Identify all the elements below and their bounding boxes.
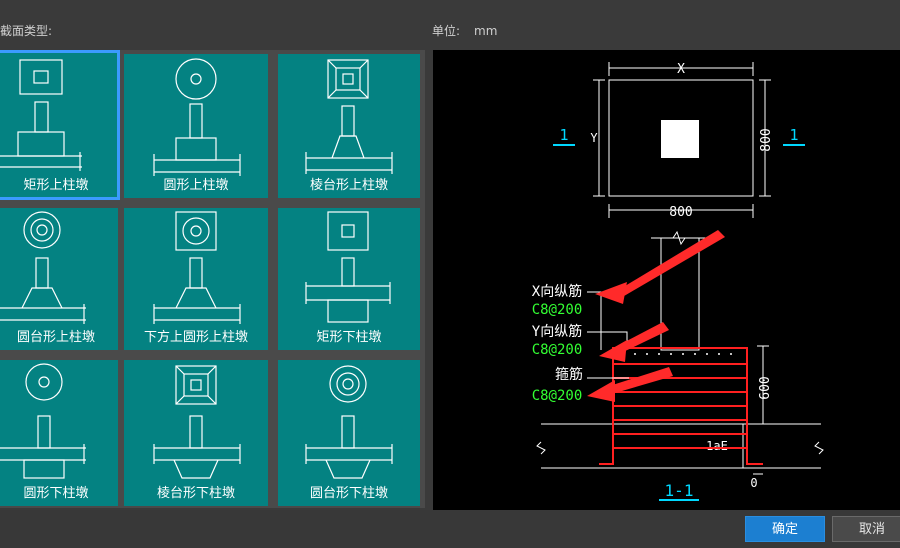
section-mark-right: 1 xyxy=(789,126,798,144)
unit-field: 单位: mm xyxy=(432,22,497,39)
tile-label: 圆形下柱墩 xyxy=(23,486,89,501)
plan-y-label: Y xyxy=(590,131,598,145)
y-rebar-value: C8@200 xyxy=(532,342,583,358)
stirrup-value: C8@200 xyxy=(532,388,583,404)
plan-height-dim: 800 xyxy=(759,128,774,151)
x-rebar-value: C8@200 xyxy=(532,302,583,318)
plan-x-label: X xyxy=(677,62,685,77)
tile-label: 圆形上柱墩 xyxy=(163,178,229,193)
tile-label: 棱台形上柱墩 xyxy=(309,178,388,193)
tile-rect-upper-pier[interactable]: 矩形上柱墩 xyxy=(0,50,120,200)
stirrup-label: 箍筋 xyxy=(555,366,583,383)
y-rebar-label: Y向纵筋 xyxy=(532,323,582,340)
rebar-dots xyxy=(622,353,732,355)
tile-frustum-lower-pier[interactable]: 棱台形下柱墩 xyxy=(124,360,268,506)
tile-label: 棱台形下柱墩 xyxy=(156,486,235,501)
tile-round-frustum-upper-pier[interactable]: 圆台形上柱墩 xyxy=(0,208,118,350)
rebar-lines xyxy=(599,347,763,465)
plan-width-dim: 800 xyxy=(669,205,692,220)
column-square xyxy=(661,120,699,158)
anchor-label: 1aE xyxy=(706,439,728,453)
x-rebar-label: X向纵筋 xyxy=(532,283,582,300)
tile-square-round-upper-pier[interactable]: 下方上圆形上柱墩 xyxy=(124,208,268,350)
ok-button[interactable]: 确定 xyxy=(745,516,825,542)
section-mark-left: 1 xyxy=(559,126,568,144)
zero-dim: 0 xyxy=(750,476,757,490)
tile-round-frustum-lower-pier[interactable]: 圆台形下柱墩 xyxy=(278,360,420,506)
section-type-label: 柱截面类型: xyxy=(0,24,53,38)
tile-label: 矩形上柱墩 xyxy=(23,178,89,193)
section-height-dim: 600 xyxy=(758,376,773,399)
section-title: 1-1 xyxy=(665,481,694,500)
tile-label: 圆台形下柱墩 xyxy=(309,486,388,501)
tile-round-lower-pier[interactable]: 圆形下柱墩 xyxy=(0,360,118,506)
preview-drawing: X Y 800 800 1 1 600 1aE 0 X向纵筋 C8@200 Y向… xyxy=(532,62,824,501)
tile-frustum-upper-pier[interactable]: 棱台形上柱墩 xyxy=(278,54,420,198)
tile-label: 矩形下柱墩 xyxy=(316,330,382,345)
section-preview: X Y 800 800 1 1 600 1aE 0 X向纵筋 C8@200 Y向… xyxy=(433,50,900,510)
tile-round-upper-pier[interactable]: 圆形上柱墩 xyxy=(124,54,268,198)
unit-label: 单位: xyxy=(432,24,461,38)
cancel-button[interactable]: 取消 xyxy=(832,516,900,542)
tile-rect-lower-pier[interactable]: 矩形下柱墩 xyxy=(278,208,420,350)
annotation-arrows xyxy=(587,230,725,402)
unit-value: mm xyxy=(474,24,498,38)
section-type-grid: 矩形上柱墩 圆形上柱墩 棱台形上柱墩 圆台形上柱墩 下方上圆形上柱墩 矩形下柱墩… xyxy=(0,50,425,508)
tile-label: 圆台形上柱墩 xyxy=(16,330,95,345)
tile-label: 下方上圆形上柱墩 xyxy=(143,330,248,345)
